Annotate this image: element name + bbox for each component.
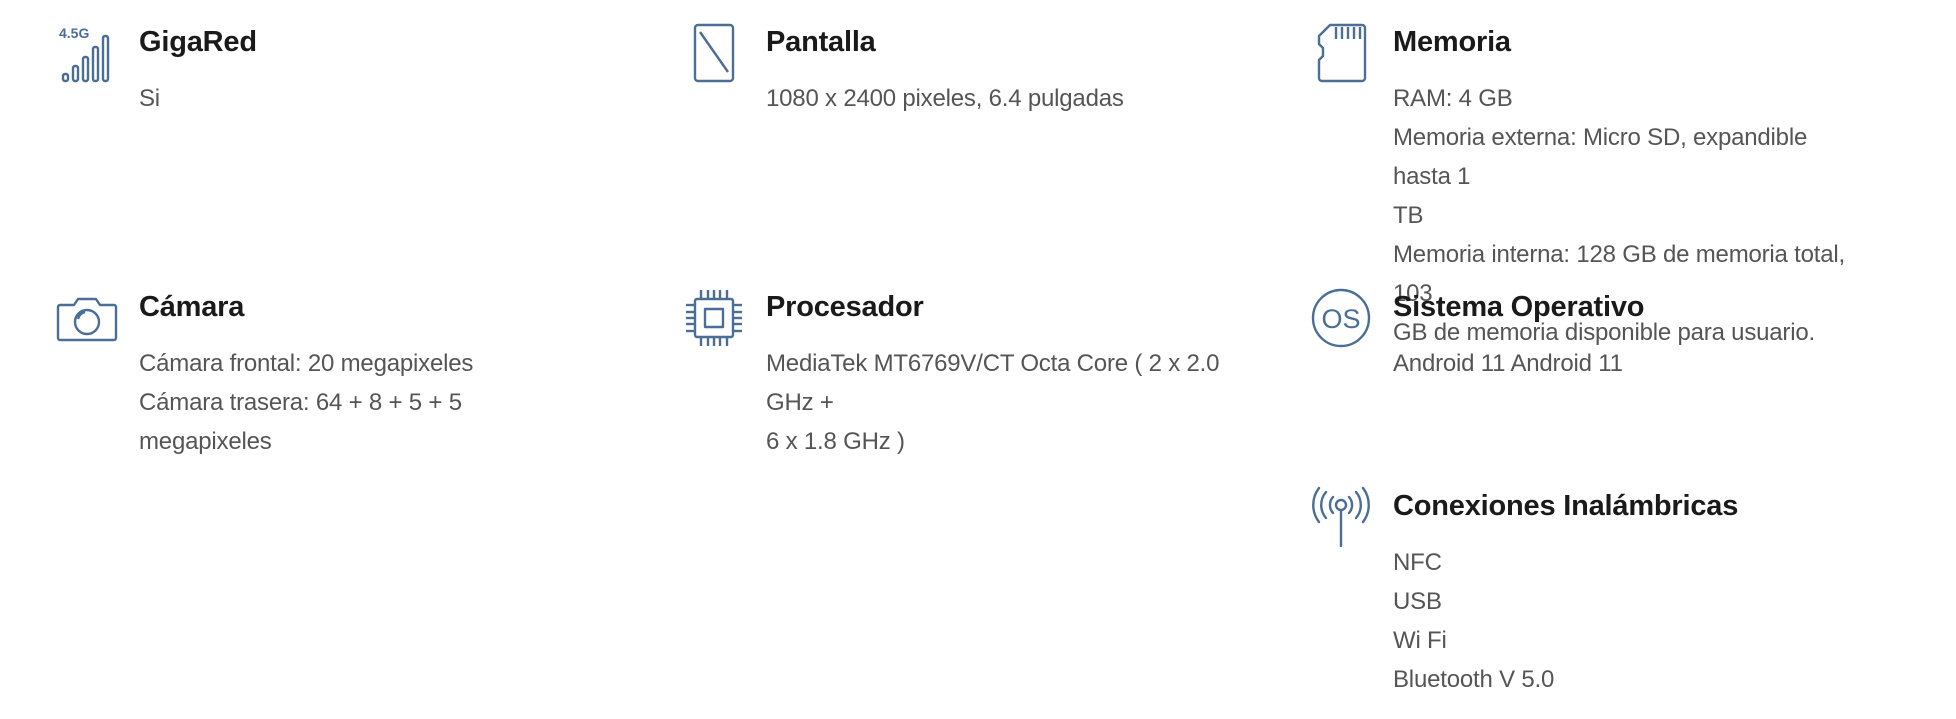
spec-procesador: Procesador MediaTek MT6769V/CT Octa Core…: [683, 285, 1243, 461]
processor-chip-icon: [683, 287, 745, 349]
spec-value: Wi Fi: [1393, 627, 1447, 654]
spec-values: Si: [139, 79, 257, 118]
screen-icon: [683, 22, 745, 84]
svg-text:4.5G: 4.5G: [59, 25, 89, 41]
spec-value: Si: [139, 85, 160, 112]
antenna-icon: [1310, 486, 1372, 548]
svg-text:OS: OS: [1321, 304, 1360, 334]
spec-sistema-operativo: OS Sistema Operativo Android 11 Android …: [1310, 285, 1850, 383]
spec-value: USB: [1393, 588, 1442, 615]
spec-title: Procesador: [766, 291, 924, 323]
spec-title: Pantalla: [766, 26, 876, 58]
spec-value: Cámara frontal: 20 megapixeles: [139, 350, 474, 377]
spec-value: TB: [1393, 202, 1424, 229]
os-icon: OS: [1310, 287, 1372, 349]
spec-values: Cámara frontal: 20 megapixeles Cámara tr…: [139, 344, 596, 461]
spec-conexiones-inalambricas: Conexiones Inalámbricas NFC USB Wi Fi Bl…: [1310, 484, 1850, 699]
spec-value: Bluetooth V 5.0: [1393, 666, 1555, 693]
spec-camara: Cámara Cámara frontal: 20 megapixeles Cá…: [56, 285, 596, 461]
sd-card-icon: [1310, 22, 1372, 84]
spec-pantalla: Pantalla 1080 x 2400 pixeles, 6.4 pulgad…: [683, 20, 1243, 118]
spec-value: 6 x 1.8 GHz ): [766, 428, 905, 455]
spec-value: Memoria externa: Micro SD, expandible ha…: [1393, 124, 1808, 190]
spec-value: NFC: [1393, 549, 1442, 576]
spec-title: Memoria: [1393, 26, 1511, 58]
spec-values: MediaTek MT6769V/CT Octa Core ( 2 x 2.0 …: [766, 344, 1243, 461]
spec-value: RAM: 4 GB: [1393, 85, 1513, 112]
spec-title: Sistema Operativo: [1393, 291, 1645, 323]
spec-value: Cámara trasera: 64 + 8 + 5 + 5 megapixel…: [139, 389, 462, 455]
spec-values: NFC USB Wi Fi Bluetooth V 5.0: [1393, 543, 1738, 699]
spec-values: 1080 x 2400 pixeles, 6.4 pulgadas: [766, 79, 1124, 118]
camera-icon: [56, 287, 118, 349]
spec-values: Android 11 Android 11: [1393, 344, 1644, 383]
signal-4-5g-icon: 4.5G: [56, 22, 118, 84]
spec-gigared: 4.5G GigaRed Si: [56, 20, 596, 118]
spec-value: Android 11 Android 11: [1393, 350, 1623, 377]
spec-title: GigaRed: [139, 26, 257, 58]
spec-title: Conexiones Inalámbricas: [1393, 490, 1739, 522]
spec-value: 1080 x 2400 pixeles, 6.4 pulgadas: [766, 85, 1124, 112]
spec-value: MediaTek MT6769V/CT Octa Core ( 2 x 2.0 …: [766, 350, 1220, 416]
spec-title: Cámara: [139, 291, 245, 323]
